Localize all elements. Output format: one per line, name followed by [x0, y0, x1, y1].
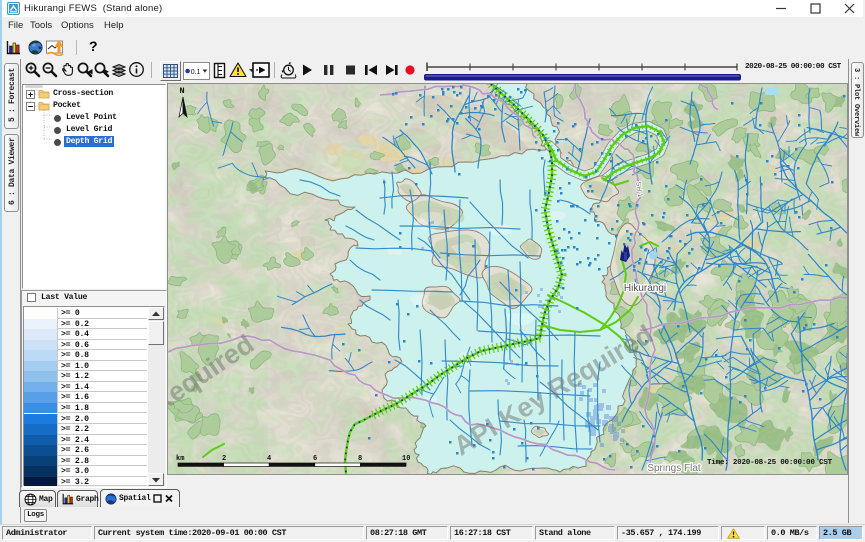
svg-text:Time: 2020-08-25 00:00:00 CST: Time: 2020-08-25 00:00:00 CST	[707, 459, 833, 467]
svg-text:8: 8	[358, 455, 362, 463]
svg-text:3 : Plot Overview: 3 : Plot Overview	[852, 68, 860, 137]
svg-text:Springs Flat: Springs Flat	[647, 463, 701, 474]
svg-text:0.1: 0.1	[191, 69, 201, 76]
svg-text:2: 2	[222, 455, 226, 463]
svg-text:km: km	[176, 455, 184, 463]
svg-text:Hikurangi: Hikurangi	[624, 283, 666, 294]
svg-text:4: 4	[267, 455, 271, 463]
svg-text:N: N	[180, 86, 185, 96]
svg-text:10: 10	[402, 455, 410, 463]
svg-text:6: 6	[313, 455, 317, 463]
